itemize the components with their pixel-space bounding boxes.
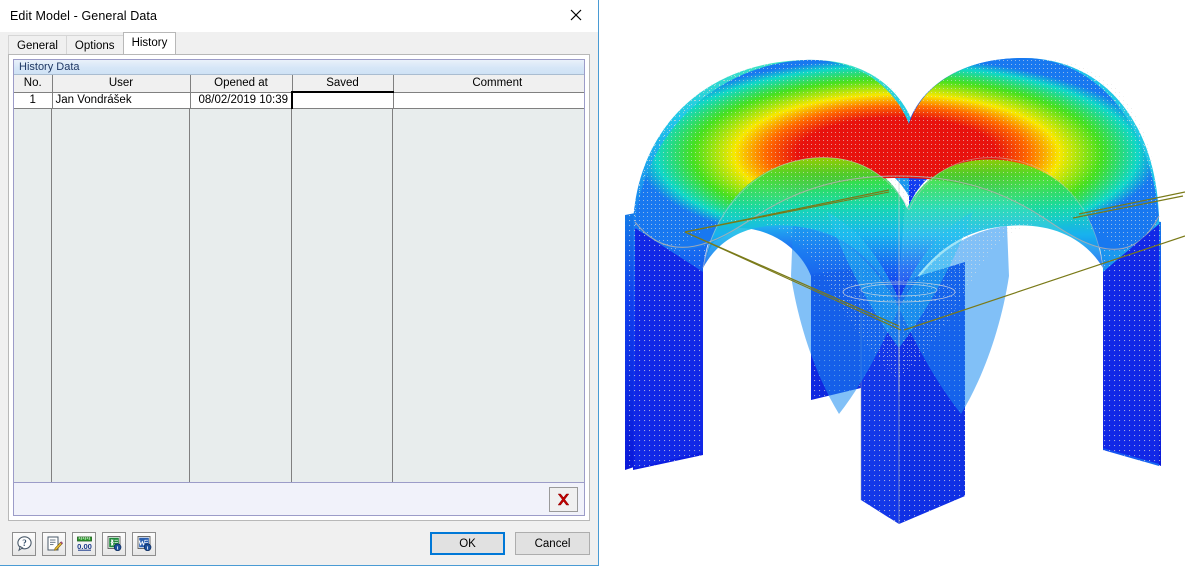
word-export-icon[interactable]: W i bbox=[132, 531, 156, 556]
history-grid: History Data No. User Opened at Saved Co… bbox=[13, 59, 585, 516]
question-help-icon[interactable]: ? bbox=[12, 531, 36, 556]
units-ruler-icon[interactable]: 0.00 bbox=[72, 531, 96, 556]
dialog-title: Edit Model - General Data bbox=[10, 8, 158, 23]
col-header-opened[interactable]: Opened at bbox=[190, 75, 293, 93]
history-panel: History Data No. User Opened at Saved Co… bbox=[8, 54, 590, 521]
dialog-action-buttons: OK Cancel bbox=[430, 532, 590, 555]
col-header-saved[interactable]: Saved bbox=[292, 75, 394, 93]
table-row[interactable]: 1 Jan Vondrášek 08/02/2019 10:39 bbox=[14, 91, 584, 109]
cell-no[interactable]: 1 bbox=[14, 92, 53, 109]
filler-col-comment bbox=[393, 109, 584, 483]
tab-history[interactable]: History bbox=[122, 32, 177, 54]
ok-button[interactable]: OK bbox=[430, 532, 505, 555]
tab-general[interactable]: General bbox=[8, 35, 67, 55]
cell-opened-at[interactable]: 08/02/2019 10:39 bbox=[190, 92, 293, 109]
cancel-button[interactable]: Cancel bbox=[515, 532, 590, 555]
edit-model-dialog: Edit Model - General Data General Option… bbox=[0, 0, 599, 566]
screen: Edit Model - General Data General Option… bbox=[0, 0, 1185, 566]
history-data-header: History Data bbox=[14, 60, 584, 75]
cell-comment[interactable] bbox=[393, 92, 584, 109]
pencil-notepad-icon[interactable] bbox=[42, 531, 66, 556]
col-header-no[interactable]: No. bbox=[14, 75, 53, 93]
filler-col-no bbox=[14, 108, 52, 482]
grid-footer bbox=[14, 482, 584, 515]
filler-col-opened bbox=[190, 108, 292, 482]
dialog-titlebar: Edit Model - General Data bbox=[0, 0, 598, 32]
table-header-row: No. User Opened at Saved Comment bbox=[14, 75, 584, 93]
dialog-toolbar: ? 0.00 i W i bbox=[0, 531, 156, 556]
grid-empty-area bbox=[14, 108, 584, 483]
model-3d-viewport[interactable] bbox=[599, 0, 1185, 566]
col-header-user[interactable]: User bbox=[52, 75, 191, 93]
filler-col-user bbox=[52, 108, 190, 482]
dialog-bottom-bar: ? 0.00 i W i OK Cancel bbox=[0, 521, 598, 565]
close-icon[interactable] bbox=[554, 0, 598, 30]
tab-options[interactable]: Options bbox=[65, 35, 124, 55]
svg-text:?: ? bbox=[22, 538, 27, 548]
filler-col-saved bbox=[292, 108, 393, 482]
col-header-comment[interactable]: Comment bbox=[393, 75, 584, 93]
excel-export-icon[interactable]: i bbox=[102, 531, 126, 556]
dialog-tabstrip: General Options History bbox=[0, 32, 598, 55]
cell-user[interactable]: Jan Vondrášek bbox=[52, 92, 191, 109]
groin-vault-fem-model bbox=[599, 0, 1185, 566]
history-table: No. User Opened at Saved Comment 1 Jan V… bbox=[14, 75, 584, 109]
cell-saved[interactable] bbox=[291, 91, 394, 109]
red-x-delete-icon[interactable] bbox=[549, 486, 578, 512]
